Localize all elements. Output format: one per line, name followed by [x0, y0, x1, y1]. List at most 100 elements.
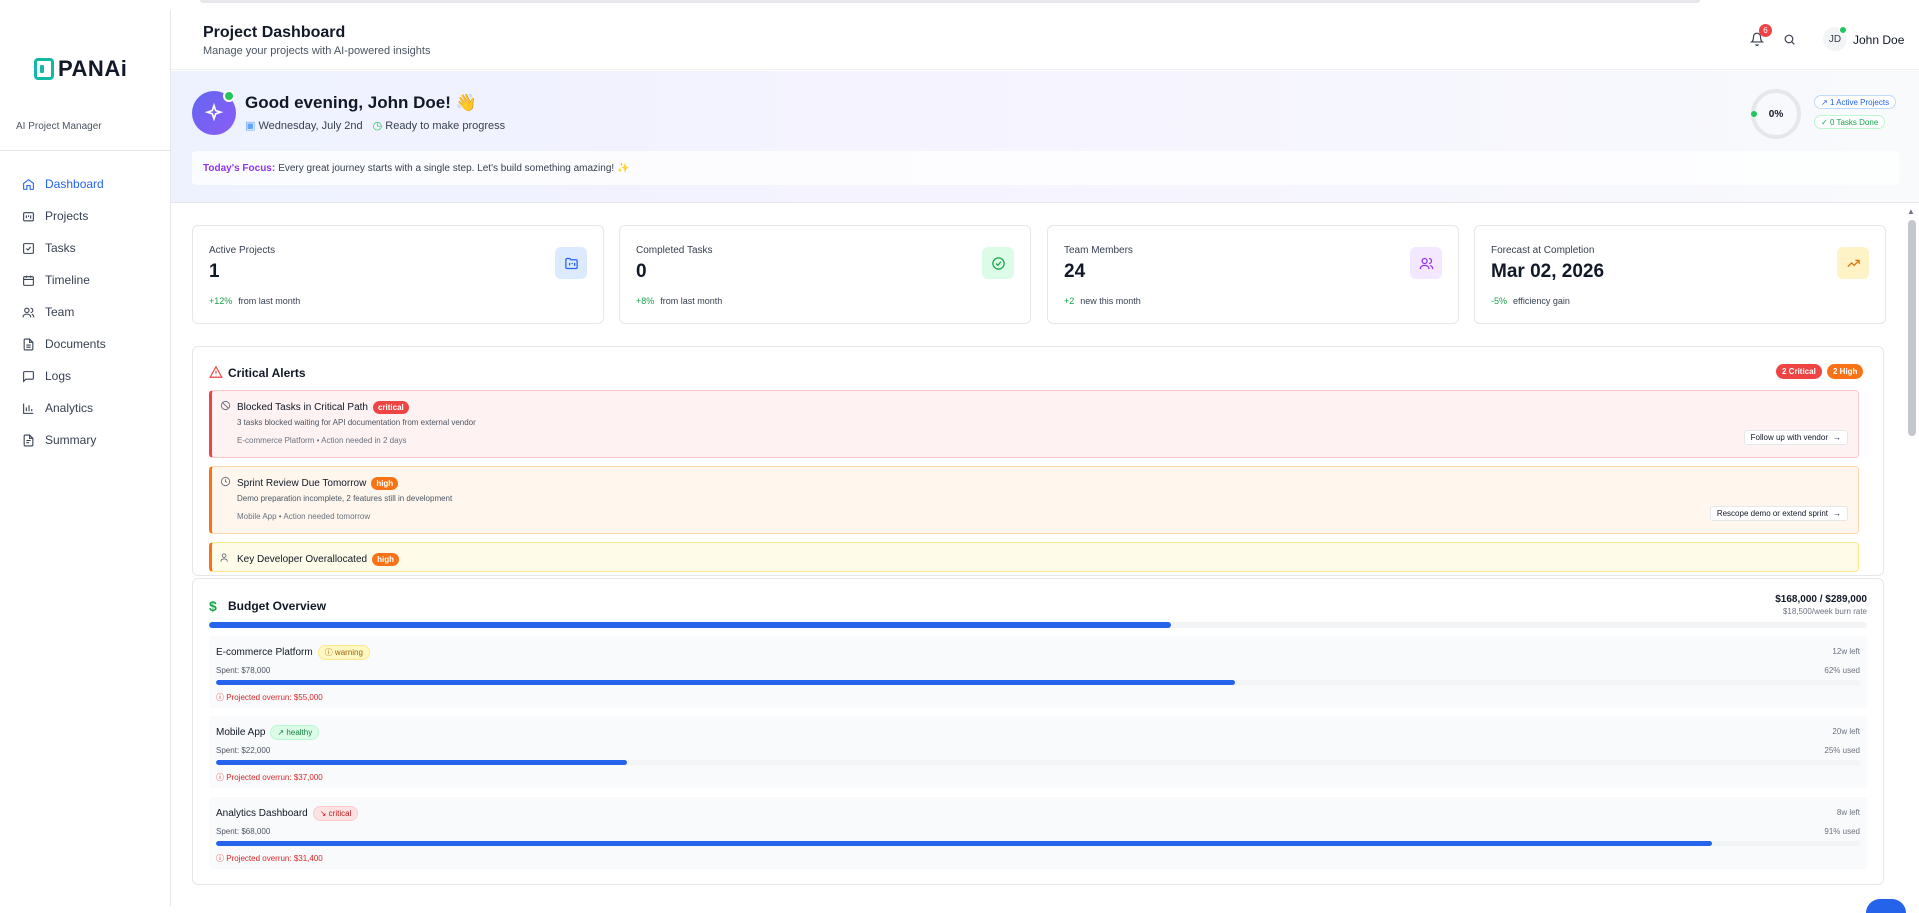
budget-progress-fill	[216, 680, 1236, 685]
check-icon: ✓	[1821, 117, 1830, 127]
alert-circle-icon: ⓘ	[216, 773, 227, 782]
sidebar: PANAi AI Project Manager Dashboard Proje…	[0, 10, 171, 906]
spent-amount: Spent: $78,000	[216, 666, 271, 675]
search-icon[interactable]	[1783, 33, 1796, 46]
progress-ring: 0%	[1751, 89, 1801, 139]
stat-value: Mar 02, 2026	[1491, 261, 1605, 282]
critical-count-badge: 2 Critical	[1776, 364, 1822, 379]
home-icon	[22, 178, 35, 191]
stat-change-note: new this month	[1080, 296, 1141, 306]
stat-change: +2	[1064, 296, 1075, 306]
arrow-right-icon: →	[1833, 433, 1841, 442]
stat-card-forecast[interactable]: Forecast at Completion Mar 02, 2026 -5% e…	[1474, 225, 1886, 324]
greeting-date: Wednesday, July 2nd	[258, 120, 363, 132]
sidebar-item-dashboard[interactable]: Dashboard	[0, 168, 170, 200]
stat-value: 24	[1064, 261, 1086, 282]
action-label: Rescope demo or extend sprint	[1716, 509, 1828, 518]
severity-badge: critical	[372, 401, 409, 414]
budget-progress-fill	[216, 841, 1713, 846]
budget-total: $168,000 / $289,000	[1775, 594, 1867, 605]
tasks-done-pill: ✓ 0 Tasks Done	[1814, 115, 1886, 129]
sidebar-item-summary[interactable]: Summary	[0, 424, 170, 456]
scroll-up-arrow[interactable]: ▲	[1907, 207, 1915, 216]
users-icon	[22, 306, 35, 319]
alert-item[interactable]: Blocked Tasks in Critical Path critical 3…	[209, 390, 1859, 458]
time-left: 8w left	[1836, 808, 1860, 817]
bar-chart-icon	[22, 402, 35, 415]
budget-item[interactable]: E-commerce Platform ⓘ warning Spent: $78,…	[209, 636, 1867, 708]
stat-card-active-projects[interactable]: Active Projects 1 +12% from last month	[192, 225, 604, 324]
overrun-text: Projected overrun: $37,000	[226, 773, 323, 782]
alert-action-button[interactable]: Follow up with vendor →	[1743, 430, 1848, 445]
budget-item-name: Mobile App ↗ healthy	[216, 725, 320, 740]
online-status-dot	[223, 90, 235, 102]
alert-title: Key Developer Overallocated high	[237, 553, 399, 566]
spent-amount: Spent: $22,000	[216, 746, 271, 755]
sidebar-item-team[interactable]: Team	[0, 296, 170, 328]
status-label: healthy	[286, 728, 313, 737]
sidebar-item-label: Logs	[45, 369, 72, 383]
budget-progress-bar	[216, 680, 1860, 685]
stat-card-completed-tasks[interactable]: Completed Tasks 0 +8% from last month	[619, 225, 1031, 324]
progress-ring-dot	[1751, 111, 1757, 117]
message-square-icon	[22, 370, 35, 383]
clock-icon	[220, 476, 231, 487]
alert-item[interactable]: Sprint Review Due Tomorrow high Demo prep…	[209, 466, 1859, 534]
stat-trend: +12% from last month	[209, 296, 300, 306]
budget-progress-fill	[216, 760, 627, 765]
overrun-text: Projected overrun: $55,000	[226, 693, 323, 702]
stat-label: Completed Tasks	[636, 245, 713, 256]
budget-item[interactable]: Analytics Dashboard ↘ critical Spent: $68…	[209, 797, 1867, 869]
stat-change-note: from last month	[238, 296, 301, 306]
alert-title: Sprint Review Due Tomorrow high	[237, 477, 399, 490]
percent-used: 25% used	[1824, 746, 1860, 755]
alert-action-button[interactable]: Rescope demo or extend sprint →	[1709, 506, 1848, 521]
calendar-icon: ▣	[245, 120, 256, 132]
brand-logo[interactable]: PANAi	[34, 56, 127, 82]
alert-item[interactable]: Key Developer Overallocated high	[209, 542, 1859, 572]
project-name: Mobile App	[216, 727, 266, 738]
stat-change-note: efficiency gain	[1513, 296, 1570, 306]
budget-item[interactable]: Mobile App ↗ healthy Spent: $22,000 20w l…	[209, 716, 1867, 788]
percent-used: 62% used	[1824, 666, 1860, 675]
stat-change: +8%	[636, 296, 655, 306]
project-name: E-commerce Platform	[216, 647, 313, 658]
arrow-right-icon: →	[1833, 509, 1841, 518]
online-status-dot	[1839, 26, 1847, 34]
users-icon	[1410, 247, 1442, 279]
alert-title-text: Key Developer Overallocated	[237, 554, 368, 565]
check-circle-icon	[982, 247, 1014, 279]
stat-label: Forecast at Completion	[1491, 245, 1595, 256]
sidebar-divider	[0, 150, 170, 151]
greeting-status: Ready to make progress	[385, 120, 506, 132]
blocked-icon	[220, 400, 231, 411]
focus-label: Today's Focus:	[203, 162, 276, 174]
brand-tagline: AI Project Manager	[16, 121, 102, 132]
focus-text: Every great journey starts with a single…	[278, 162, 630, 174]
alert-description: 3 tasks blocked waiting for API document…	[237, 418, 476, 427]
sidebar-item-tasks[interactable]: Tasks	[0, 232, 170, 264]
status-badge: ↗ healthy	[270, 725, 320, 740]
scrollbar-thumb[interactable]	[1908, 220, 1916, 436]
sidebar-item-documents[interactable]: Documents	[0, 328, 170, 360]
overall-budget-bar	[209, 622, 1867, 628]
sidebar-item-label: Summary	[45, 433, 97, 447]
alert-circle-icon: ⓘ	[216, 693, 227, 702]
user-name[interactable]: John Doe	[1853, 33, 1904, 47]
sidebar-item-timeline[interactable]: Timeline	[0, 264, 170, 296]
sidebar-item-logs[interactable]: Logs	[0, 360, 170, 392]
status-badge: ↘ critical	[312, 806, 359, 821]
greeting-title: Good evening, John Doe! 👋	[245, 93, 477, 112]
sidebar-item-projects[interactable]: Projects	[0, 200, 170, 232]
time-left: 20w left	[1832, 727, 1860, 736]
sidebar-item-label: Documents	[45, 337, 106, 351]
floating-action-button[interactable]	[1866, 899, 1906, 913]
critical-alerts-panel: Critical Alerts 2 Critical 2 High Blocke…	[192, 346, 1884, 576]
browser-top-strip	[0, 0, 1919, 10]
sidebar-item-analytics[interactable]: Analytics	[0, 392, 170, 424]
trending-up-icon: ↗	[277, 728, 287, 737]
stat-card-team-members[interactable]: Team Members 24 +2 new this month	[1047, 225, 1459, 324]
project-name: Analytics Dashboard	[216, 808, 308, 819]
clock-icon: ◷	[372, 120, 383, 132]
alert-title: Blocked Tasks in Critical Path critical	[237, 401, 409, 414]
